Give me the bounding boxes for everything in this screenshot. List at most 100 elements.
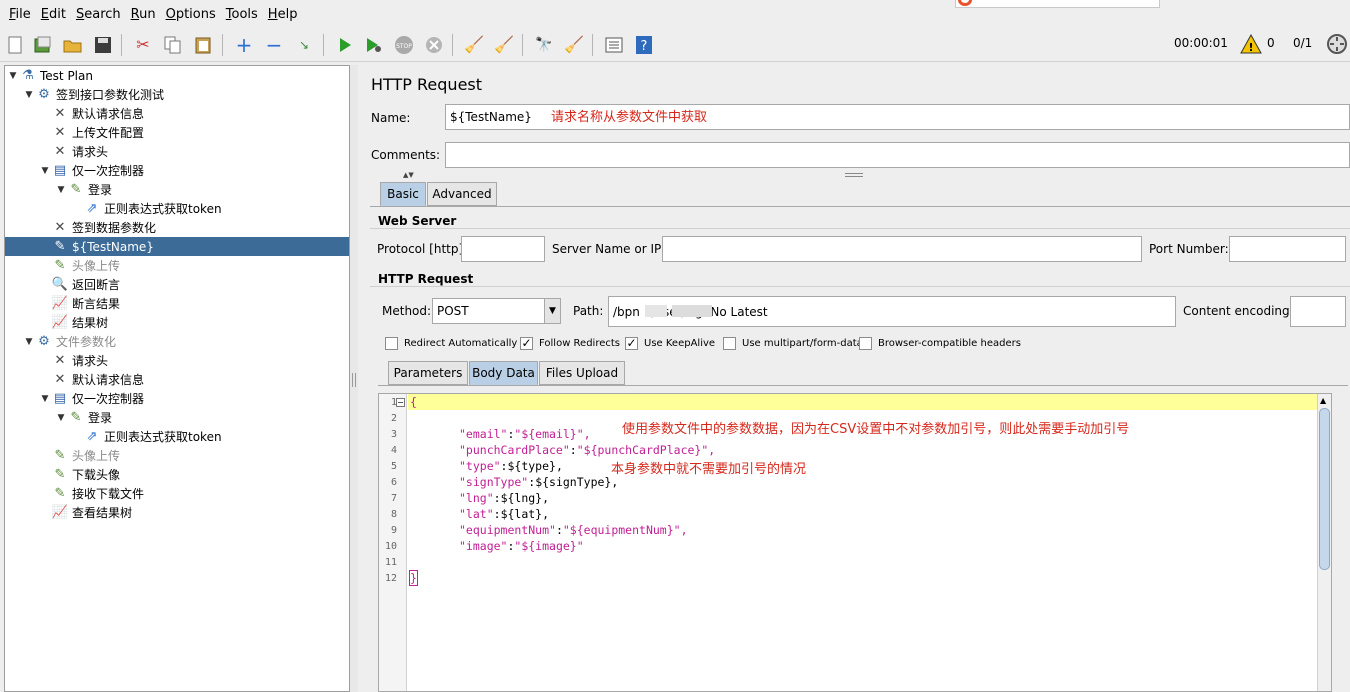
tree-node[interactable]: ✕ 上传文件配置 (5, 123, 144, 142)
extractor-icon: ⇗ (86, 429, 98, 444)
toggle-icon[interactable]: ↘ (293, 34, 315, 56)
body-data-editor[interactable]: − 1 2 3 4 5 6 7 8 9 10 11 12{"email":"${email}", "pu… (378, 393, 1332, 692)
json-value: "${punchCardPlace}", (576, 443, 716, 457)
json-value: ${lat}, (500, 507, 550, 521)
scroll-up-icon[interactable]: ▲ (1320, 396, 1326, 405)
tree-node[interactable]: ▼ ⚗ Test Plan (5, 66, 93, 85)
tree-node[interactable]: ✎ ${TestName} (5, 237, 349, 256)
clear-all-icon[interactable]: 🧹 (493, 34, 515, 56)
copy-icon[interactable] (162, 34, 184, 56)
pane-splitter[interactable] (350, 65, 358, 692)
tree-node[interactable]: ✕ 默认请求信息 (5, 104, 144, 123)
line-number: 12 (384, 573, 397, 584)
tab-advanced[interactable]: Advanced (427, 182, 497, 206)
menu-file[interactable]: File (4, 7, 36, 22)
expand-icon[interactable]: + (233, 34, 255, 56)
stop-icon[interactable]: STOP (393, 34, 415, 56)
clear-icon[interactable]: 🧹 (463, 34, 485, 56)
protocol-input[interactable] (461, 236, 545, 262)
search-icon[interactable]: 🔭 (533, 34, 555, 56)
tree-node[interactable]: ▼ ▤ 仅一次控制器 (5, 389, 144, 408)
tree-node[interactable]: ✕ 请求头 (5, 142, 108, 161)
warning-icon[interactable]: ! (1240, 33, 1262, 55)
paste-icon[interactable] (192, 34, 214, 56)
tree-node[interactable]: 📈 结果树 (5, 313, 108, 332)
reset-search-icon[interactable]: 🧹 (563, 34, 585, 56)
tree-node[interactable]: ▼ ✎ 登录 (5, 180, 112, 199)
path-redaction (672, 305, 712, 317)
method-select[interactable]: POST ▼ (432, 298, 561, 324)
comments-input[interactable] (445, 142, 1350, 168)
shutdown-icon[interactable] (423, 34, 445, 56)
open-icon[interactable] (62, 34, 84, 56)
collapse-icon[interactable]: − (263, 34, 285, 56)
tree-node[interactable]: ⇗ 正则表达式获取token (5, 427, 222, 446)
tree-node[interactable]: ✎ 下载头像 (5, 465, 120, 484)
test-plan-tree[interactable]: ▼ ⚗ Test Plan ▼ ⚙ 签到接口参数化测试 ✕ 默认请求信息 ✕ 上传文件配置 ✕ 请求头… (4, 65, 350, 692)
expand-arrow-icon[interactable]: ▼ (39, 394, 51, 404)
tree-node[interactable]: ✕ 签到数据参数化 (5, 218, 156, 237)
tab-body-data[interactable]: Body Data (469, 361, 538, 385)
checkbox-option[interactable]: Use multipart/form-data (723, 337, 873, 353)
tree-node[interactable]: 📈 断言结果 (5, 294, 120, 313)
expand-arrow-icon[interactable]: ▼ (55, 413, 67, 423)
tree-node[interactable]: ▼ ✎ 登录 (5, 408, 112, 427)
tree-node[interactable]: ✎ 接收下载文件 (5, 484, 144, 503)
json-brace: { (410, 395, 417, 409)
editor-scrollbar[interactable]: ▲ (1317, 394, 1331, 691)
tree-node[interactable]: ✕ 默认请求信息 (5, 370, 144, 389)
checkbox-unchecked-icon[interactable] (385, 337, 398, 350)
checkbox-label: Redirect Automatically (404, 338, 518, 349)
expand-arrow-icon[interactable]: ▼ (23, 337, 35, 347)
collapse-arrows-icon[interactable]: ▲▼ (403, 171, 414, 179)
tree-node[interactable]: ▼ ⚙ 文件参数化 (5, 332, 116, 351)
scrollbar-thumb[interactable] (1319, 408, 1330, 570)
name-label: Name: (371, 111, 411, 125)
resize-grip[interactable] (845, 173, 863, 177)
start-no-pauses-icon[interactable] (363, 34, 385, 56)
tree-node[interactable]: ✕ 请求头 (5, 351, 108, 370)
fold-toggle-icon[interactable]: − (396, 398, 405, 407)
tree-node[interactable]: ⇗ 正则表达式获取token (5, 199, 222, 218)
checkbox-option[interactable]: Browser-compatible headers (859, 337, 1021, 353)
tree-node[interactable]: ▼ ⚙ 签到接口参数化测试 (5, 85, 164, 104)
remote-status-icon[interactable] (1326, 33, 1348, 55)
tree-node[interactable]: 📈 查看结果树 (5, 503, 132, 522)
checkbox-unchecked-icon[interactable] (859, 337, 872, 350)
templates-icon[interactable] (32, 34, 54, 56)
checkbox-option[interactable]: Redirect Automatically (385, 337, 535, 353)
expand-arrow-icon[interactable]: ▼ (55, 185, 67, 195)
tab-basic[interactable]: Basic (380, 182, 426, 206)
json-value: "${image}" (514, 539, 584, 553)
menu-search[interactable]: Search (71, 7, 126, 22)
line-number: 11 (384, 557, 397, 568)
server-input[interactable] (662, 236, 1142, 262)
tab-parameters[interactable]: Parameters (388, 361, 468, 385)
menu-options[interactable]: Options (161, 7, 221, 22)
tree-node[interactable]: ✎ 头像上传 (5, 256, 120, 275)
new-icon[interactable] (4, 34, 26, 56)
port-input[interactable] (1229, 236, 1346, 262)
checkbox-checked-icon[interactable]: ✓ (625, 337, 638, 350)
chevron-down-icon[interactable]: ▼ (544, 299, 560, 323)
expand-arrow-icon[interactable]: ▼ (7, 71, 19, 81)
tree-node[interactable]: 🔍 返回断言 (5, 275, 120, 294)
checkbox-unchecked-icon[interactable] (723, 337, 736, 350)
save-icon[interactable] (92, 34, 114, 56)
expand-arrow-icon[interactable]: ▼ (39, 166, 51, 176)
start-icon[interactable] (334, 34, 356, 56)
expand-arrow-icon[interactable]: ▼ (23, 90, 35, 100)
menu-run[interactable]: Run (126, 7, 161, 22)
menu-help[interactable]: Help (263, 7, 303, 22)
encoding-input[interactable] (1290, 296, 1346, 327)
menu-tools[interactable]: Tools (221, 7, 263, 22)
tree-node[interactable]: ✎ 头像上传 (5, 446, 120, 465)
cut-icon[interactable]: ✂ (132, 34, 154, 56)
checkbox-checked-icon[interactable]: ✓ (520, 337, 533, 350)
menu-edit[interactable]: Edit (36, 7, 71, 22)
help-icon[interactable]: ? (633, 34, 655, 56)
tree-node[interactable]: ▼ ▤ 仅一次控制器 (5, 161, 144, 180)
tab-files-upload[interactable]: Files Upload (539, 361, 625, 385)
function-helper-icon[interactable] (603, 34, 625, 56)
http-request-panel: HTTP Request Name: ${TestName} 请求名称从参数文件… (358, 62, 1350, 692)
